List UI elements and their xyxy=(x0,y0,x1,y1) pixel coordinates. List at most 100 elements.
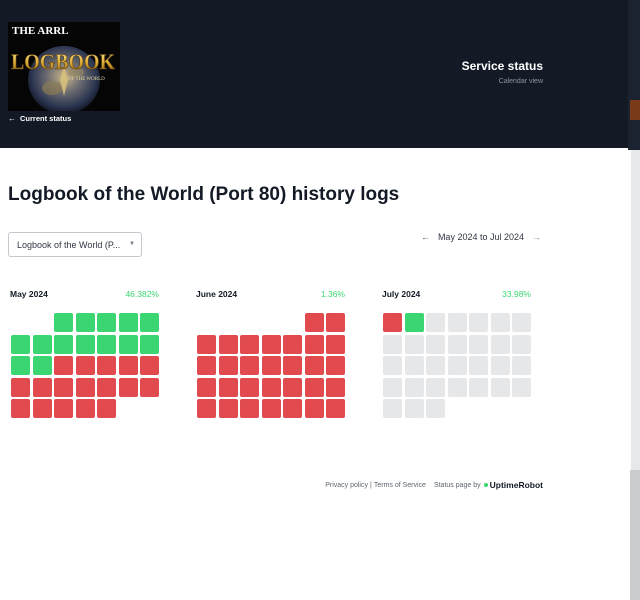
day-cell-down[interactable] xyxy=(197,356,216,375)
day-cell-down[interactable] xyxy=(118,377,138,397)
day-cell-down[interactable] xyxy=(197,399,216,418)
day-cell-down[interactable] xyxy=(32,377,52,397)
day-cell-up[interactable] xyxy=(32,334,52,354)
day-cell-none[interactable] xyxy=(512,356,531,375)
day-cell-none[interactable] xyxy=(447,334,467,354)
day-cell-down[interactable] xyxy=(304,377,324,397)
day-cell-none[interactable] xyxy=(490,377,510,397)
day-cell-up[interactable] xyxy=(118,313,138,332)
day-cell-none[interactable] xyxy=(404,334,424,354)
day-cell-down[interactable] xyxy=(118,356,138,375)
day-cell-none[interactable] xyxy=(383,334,402,354)
day-cell-down[interactable] xyxy=(326,399,345,418)
day-cell-up[interactable] xyxy=(118,334,138,354)
day-cell-down[interactable] xyxy=(75,377,95,397)
day-cell-none[interactable] xyxy=(469,356,488,375)
day-cell-down[interactable] xyxy=(54,377,73,397)
day-cell-none[interactable] xyxy=(383,356,402,375)
back-to-current-status-link[interactable]: ← Current status xyxy=(8,114,71,123)
day-cell-up[interactable] xyxy=(32,356,52,375)
day-cell-up[interactable] xyxy=(404,313,424,332)
day-cell-none[interactable] xyxy=(469,377,488,397)
day-cell-none[interactable] xyxy=(426,356,445,375)
day-cell-down[interactable] xyxy=(218,356,238,375)
day-cell-down[interactable] xyxy=(54,399,73,418)
day-cell-up[interactable] xyxy=(97,313,116,332)
day-cell-down[interactable] xyxy=(240,399,259,418)
day-cell-up[interactable] xyxy=(11,334,30,354)
day-cell-down[interactable] xyxy=(326,313,345,332)
uptimerobot-link[interactable]: UptimeRobot xyxy=(490,480,543,490)
day-cell-down[interactable] xyxy=(283,356,302,375)
day-cell-none[interactable] xyxy=(512,377,531,397)
arrow-right-icon[interactable]: → xyxy=(530,232,543,242)
day-cell-none[interactable] xyxy=(383,377,402,397)
day-cell-down[interactable] xyxy=(75,399,95,418)
day-cell-down[interactable] xyxy=(261,334,281,354)
day-cell-down[interactable] xyxy=(11,399,30,418)
day-cell-none[interactable] xyxy=(404,399,424,418)
day-cell-none[interactable] xyxy=(404,377,424,397)
day-cell-up[interactable] xyxy=(97,334,116,354)
day-cell-down[interactable] xyxy=(326,377,345,397)
day-cell-down[interactable] xyxy=(304,334,324,354)
day-cell-up[interactable] xyxy=(75,334,95,354)
day-cell-none[interactable] xyxy=(512,334,531,354)
day-cell-down[interactable] xyxy=(54,356,73,375)
day-cell-down[interactable] xyxy=(304,356,324,375)
day-cell-down[interactable] xyxy=(32,399,52,418)
day-cell-down[interactable] xyxy=(197,377,216,397)
day-cell-down[interactable] xyxy=(75,356,95,375)
day-cell-down[interactable] xyxy=(283,334,302,354)
day-cell-none[interactable] xyxy=(426,334,445,354)
day-cell-down[interactable] xyxy=(326,334,345,354)
day-cell-down[interactable] xyxy=(304,313,324,332)
day-cell-up[interactable] xyxy=(140,313,159,332)
day-cell-down[interactable] xyxy=(283,399,302,418)
day-cell-down[interactable] xyxy=(97,399,116,418)
day-cell-down[interactable] xyxy=(140,356,159,375)
day-cell-down[interactable] xyxy=(140,377,159,397)
day-cell-down[interactable] xyxy=(197,334,216,354)
day-cell-up[interactable] xyxy=(75,313,95,332)
day-cell-none[interactable] xyxy=(490,334,510,354)
day-cell-down[interactable] xyxy=(240,377,259,397)
day-cell-down[interactable] xyxy=(218,399,238,418)
day-cell-none[interactable] xyxy=(426,377,445,397)
day-cell-down[interactable] xyxy=(97,356,116,375)
day-cell-down[interactable] xyxy=(218,377,238,397)
monitor-select[interactable]: Logbook of the World (P... ▼ xyxy=(8,232,142,257)
day-cell-down[interactable] xyxy=(218,334,238,354)
day-cell-none[interactable] xyxy=(469,313,488,332)
day-cell-none[interactable] xyxy=(512,313,531,332)
day-cell-none[interactable] xyxy=(490,313,510,332)
day-cell-up[interactable] xyxy=(54,313,73,332)
terms-of-service-link[interactable]: Terms of Service xyxy=(374,482,426,489)
day-cell-none[interactable] xyxy=(469,334,488,354)
day-cell-down[interactable] xyxy=(240,334,259,354)
day-cell-down[interactable] xyxy=(261,356,281,375)
arrl-logbook-logo[interactable]: THE ARRL LOGBOOK OF THE WORLD xyxy=(8,22,120,111)
day-cell-down[interactable] xyxy=(261,399,281,418)
arrow-left-icon[interactable]: ← xyxy=(419,232,432,242)
day-cell-none[interactable] xyxy=(383,399,402,418)
day-cell-down[interactable] xyxy=(240,356,259,375)
day-cell-up[interactable] xyxy=(54,334,73,354)
day-cell-none[interactable] xyxy=(426,313,445,332)
privacy-policy-link[interactable]: Privacy policy xyxy=(325,482,368,489)
day-cell-down[interactable] xyxy=(261,377,281,397)
day-cell-down[interactable] xyxy=(326,356,345,375)
day-cell-down[interactable] xyxy=(97,377,116,397)
day-cell-none[interactable] xyxy=(447,377,467,397)
day-cell-none[interactable] xyxy=(426,399,445,418)
day-cell-down[interactable] xyxy=(11,377,30,397)
day-cell-none[interactable] xyxy=(447,313,467,332)
day-cell-down[interactable] xyxy=(304,399,324,418)
day-cell-down[interactable] xyxy=(283,377,302,397)
day-cell-up[interactable] xyxy=(11,356,30,375)
day-cell-none[interactable] xyxy=(404,356,424,375)
day-cell-up[interactable] xyxy=(140,334,159,354)
day-cell-down[interactable] xyxy=(383,313,402,332)
day-cell-none[interactable] xyxy=(490,356,510,375)
day-cell-none[interactable] xyxy=(447,356,467,375)
